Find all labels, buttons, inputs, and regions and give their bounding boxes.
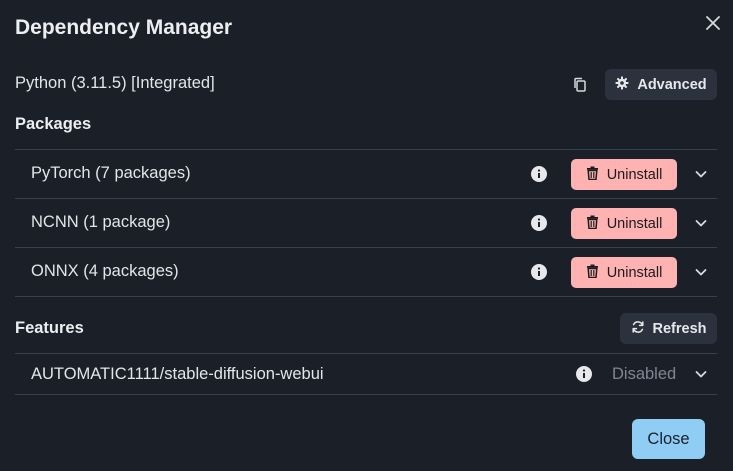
refresh-button[interactable]: Refresh [620,313,717,344]
divider [15,296,717,297]
packages-title: Packages [15,115,92,133]
refresh-label: Refresh [652,320,707,337]
python-info: Python (3.11.5) [Integrated] [15,74,215,92]
uninstall-label: Uninstall [606,264,663,281]
dependency-manager-dialog: Dependency Manager Python (3.11.5) [Inte… [0,0,733,471]
trash-icon [586,264,599,282]
close-button[interactable]: Close [632,419,705,459]
uninstall-button[interactable]: Uninstall [571,208,677,239]
package-label: ONNX (4 packages) [31,262,179,280]
uninstall-label: Uninstall [606,166,663,183]
package-label: PyTorch (7 packages) [31,164,191,182]
package-row-onnx: ONNX (4 packages) Uninstall [15,248,717,296]
package-label: NCNN (1 package) [31,213,171,231]
uninstall-label: Uninstall [606,215,663,232]
package-row-ncnn: NCNN (1 package) Uninstall [15,199,717,247]
features-title: Features [15,319,84,337]
advanced-label: Advanced [637,76,707,93]
chevron-down-icon[interactable] [693,366,709,382]
chevron-down-icon[interactable] [693,166,709,182]
info-icon[interactable] [530,165,548,183]
copy-icon[interactable] [570,75,590,95]
feature-label: AUTOMATIC1111/stable-diffusion-webui [31,365,324,383]
chevron-down-icon[interactable] [693,215,709,231]
divider [15,394,717,395]
info-icon[interactable] [575,365,593,383]
advanced-button[interactable]: Advanced [605,69,717,100]
info-icon[interactable] [530,263,548,281]
uninstall-button[interactable]: Uninstall [571,257,677,288]
refresh-icon [631,320,645,338]
trash-icon [586,166,599,184]
feature-status: Disabled [612,365,677,383]
close-icon[interactable] [702,12,724,34]
feature-row-stable-diffusion: AUTOMATIC1111/stable-diffusion-webui Dis… [15,354,717,394]
chevron-down-icon[interactable] [693,264,709,280]
trash-icon [586,215,599,233]
package-row-pytorch: PyTorch (7 packages) Uninstall [15,150,717,198]
uninstall-button[interactable]: Uninstall [571,159,677,190]
gear-icon [615,76,629,94]
dialog-title: Dependency Manager [15,16,233,39]
info-icon[interactable] [530,214,548,232]
